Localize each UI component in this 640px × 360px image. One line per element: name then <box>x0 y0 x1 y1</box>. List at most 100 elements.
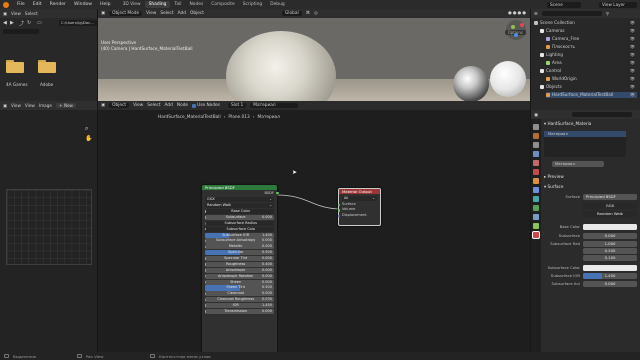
tab-scripting[interactable]: Scripting <box>239 1 267 8</box>
material-output-node[interactable]: Material Output All ⌄ Surface Volume Disp… <box>337 188 381 226</box>
properties-search-input[interactable] <box>571 112 632 117</box>
field-value[interactable] <box>583 224 637 230</box>
outliner-item[interactable]: Camera_Free 👁 <box>546 36 637 42</box>
visibility-eye-icon[interactable]: 👁 <box>630 68 635 74</box>
proportional-edit-icon[interactable]: ◎ <box>314 11 318 16</box>
particles-tab-icon[interactable] <box>533 196 539 202</box>
view-layer-selector[interactable]: View Layer <box>599 1 637 8</box>
field-value[interactable]: 1.400 <box>583 273 637 279</box>
target-dropdown[interactable]: All ⌄ <box>342 196 377 202</box>
visibility-eye-icon[interactable]: 👁 <box>630 44 635 50</box>
menu-render[interactable]: Render <box>46 2 70 7</box>
bsdf-input-row[interactable]: Sheen Tint 0.500 <box>205 285 274 291</box>
bsdf-input-row[interactable]: IOR 1.450 <box>205 303 274 309</box>
editor-type-icon[interactable]: ▣ <box>3 11 7 16</box>
material-tab-icon[interactable] <box>532 231 540 239</box>
y-axis-icon[interactable] <box>511 25 515 29</box>
modifier-tab-icon[interactable] <box>533 187 539 193</box>
input-socket[interactable] <box>205 269 206 272</box>
hand-pan-icon[interactable]: ✋ <box>85 135 92 142</box>
tab-tail[interactable]: Tail <box>170 1 185 8</box>
tab-3d-view[interactable]: 3D View <box>119 1 145 8</box>
field-value[interactable]: 0.100 <box>583 255 637 261</box>
socket[interactable] <box>337 209 340 212</box>
navigation-gizmo[interactable] <box>506 20 526 40</box>
output-socket[interactable] <box>276 192 279 195</box>
menu-node[interactable]: Node <box>177 103 188 108</box>
data-tab-icon[interactable] <box>533 223 539 229</box>
transform-orientation-dropdown[interactable]: Global <box>281 11 302 16</box>
visibility-eye-icon[interactable]: 👁 <box>630 20 635 26</box>
scene-selector[interactable]: Scene <box>547 1 581 8</box>
material-selector[interactable]: Материал <box>250 103 299 108</box>
subsurface-method-dropdown[interactable]: Random Walk ⌄ <box>205 203 274 209</box>
object-mode-dropdown[interactable]: Object Mode <box>109 11 143 16</box>
bsdf-input-row[interactable]: Subsurface Colo <box>205 226 274 232</box>
tab-shading[interactable]: Shading <box>144 1 171 8</box>
filter-icon[interactable]: ⚲ <box>606 11 609 16</box>
bsdf-input-row[interactable]: Anisotropic 0.000 <box>205 267 274 273</box>
slot-dropdown[interactable]: Slot 1 <box>227 103 247 108</box>
subsurface-method-dropdown[interactable]: Random Walk <box>583 211 637 217</box>
constraints-tab-icon[interactable] <box>533 214 539 220</box>
editor-type-icon[interactable]: ▣ <box>101 103 105 108</box>
output-tab-icon[interactable] <box>533 142 539 148</box>
object-type-dropdown[interactable]: Object <box>109 103 130 108</box>
menu-image[interactable]: Image <box>39 103 52 108</box>
visibility-eye-icon[interactable]: 👁 <box>630 84 635 90</box>
menu-select[interactable]: Select <box>160 11 173 16</box>
menu-window[interactable]: Window <box>70 2 96 7</box>
input-socket[interactable] <box>205 263 206 266</box>
input-socket[interactable] <box>205 228 206 231</box>
bsdf-input-row[interactable]: Roughness 0.400 <box>205 261 274 268</box>
input-socket[interactable] <box>205 257 206 260</box>
z-axis-icon[interactable] <box>514 33 518 37</box>
outliner-item[interactable]: Lighting 👁 <box>540 52 637 58</box>
shading-mode-icon[interactable]: ●●●● <box>508 11 527 16</box>
menu-view[interactable]: View <box>133 103 143 108</box>
menu-object[interactable]: Object <box>190 11 204 16</box>
input-socket[interactable] <box>205 239 206 243</box>
preview-section[interactable]: ▸ Preview <box>544 174 564 180</box>
bsdf-input-row[interactable]: Subsurface IOR 1.400 <box>205 232 274 238</box>
physics-tab-icon[interactable] <box>533 205 539 211</box>
new-image-button[interactable]: + New <box>55 103 76 108</box>
bsdf-input-row[interactable]: Subsurface Radius <box>205 220 274 226</box>
outliner-item[interactable]: Objects 👁 <box>540 84 637 90</box>
back-arrow-icon[interactable]: ◀ <box>3 20 7 26</box>
bsdf-input-row[interactable]: Metallic 0.000 <box>205 244 274 250</box>
input-socket[interactable] <box>205 245 206 249</box>
socket[interactable] <box>337 214 340 218</box>
bsdf-input-row[interactable]: Specular 0.500 <box>205 250 274 256</box>
search-input[interactable] <box>3 29 39 34</box>
principled-bsdf-node[interactable]: Principled BSDF BSDF GGX ⌄ Random Walk ⌄ B… <box>202 185 279 355</box>
input-socket[interactable] <box>205 298 206 301</box>
field-value[interactable]: 0.000 <box>583 281 637 287</box>
outliner-item[interactable]: Control 👁 <box>540 68 637 74</box>
use-nodes-checkbox[interactable]: Use Nodes <box>192 103 220 108</box>
menu-edit[interactable]: Edit <box>29 2 46 7</box>
field-value[interactable] <box>583 265 637 271</box>
menu-select[interactable]: Select <box>147 103 160 108</box>
bsdf-input-row[interactable]: Specular Tint 0.000 <box>205 256 274 262</box>
material-datablock-field[interactable]: Материал <box>552 161 604 167</box>
menu-view[interactable]: View <box>11 11 21 16</box>
world-tab-icon[interactable] <box>533 169 539 175</box>
folder-icon[interactable] <box>38 59 56 73</box>
menu-view[interactable]: View <box>11 103 21 108</box>
snap-icon[interactable]: ⌘ <box>306 11 310 16</box>
zoom-icon[interactable]: ⌕ <box>85 125 88 133</box>
editor-type-icon[interactable]: ▣ <box>3 103 7 108</box>
input-socket[interactable] <box>205 304 206 307</box>
input-socket[interactable] <box>205 216 206 219</box>
shader-node-editor[interactable]: ▣ Object View Select Add Node Use Nodes … <box>85 101 530 355</box>
input-socket[interactable] <box>205 280 206 284</box>
material-slot-item[interactable]: Материал <box>544 131 626 137</box>
visibility-eye-icon[interactable]: 👁 <box>630 76 635 82</box>
object-tab-icon[interactable] <box>533 178 539 184</box>
outliner-item[interactable]: Area 👁 <box>546 60 637 66</box>
tab-nodes[interactable]: Nodes <box>186 1 208 8</box>
input-socket[interactable] <box>205 310 206 313</box>
bsdf-input-row[interactable]: Subsurface 0.000 <box>205 214 274 221</box>
bsdf-input-row[interactable]: Anisotropic Rotation 0.000 <box>205 273 274 279</box>
